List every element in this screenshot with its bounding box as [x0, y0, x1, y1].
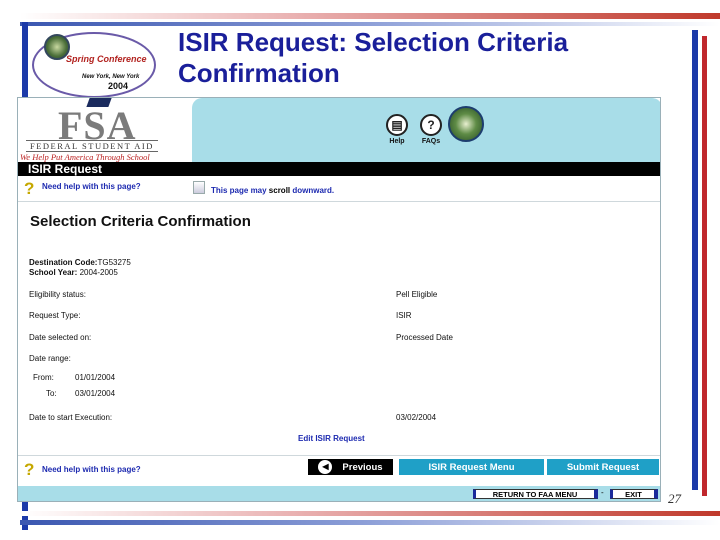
help-question-icon: ? [24, 179, 35, 198]
footer-separator: - [601, 488, 604, 497]
question-icon: ? [420, 114, 442, 136]
execution-label: Date to start Execution: [29, 413, 113, 422]
request-type-value: ISIR [396, 311, 412, 320]
date-range-label: Date range: [29, 354, 71, 363]
fsa-header: FSA FEDERAL STUDENT AID We Help Put Amer… [18, 98, 660, 162]
fsa-federal-text: FEDERAL STUDENT AID [26, 140, 158, 152]
fsa-screenshot: FSA FEDERAL STUDENT AID We Help Put Amer… [17, 97, 661, 502]
submit-request-button[interactable]: Submit Request [547, 459, 659, 475]
slide-title: ISIR Request: Selection Criteria Confirm… [178, 27, 569, 88]
fsa-logo[interactable]: FSA FEDERAL STUDENT AID We Help Put Amer… [18, 98, 190, 162]
arrow-left-icon: ◀ [318, 460, 333, 474]
fsa-tagline: We Help Put America Through School [20, 152, 150, 162]
school-year-value: 2004-2005 [79, 268, 118, 277]
scroll-note-bold: scroll [268, 186, 291, 195]
previous-button[interactable]: ◀ Previous [308, 459, 393, 475]
school-year: School Year: 2004-2005 [29, 268, 118, 277]
page-heading-bar: ISIR Request [18, 162, 660, 176]
help-tool[interactable]: ▤ Help [380, 114, 414, 145]
book-icon: ▤ [386, 114, 408, 136]
faqs-tool[interactable]: ? FAQs [414, 114, 448, 145]
exit-button[interactable]: EXIT [610, 489, 658, 499]
page-heading: ISIR Request [28, 162, 103, 176]
destination-code: Destination Code:TG53275 [29, 258, 131, 267]
to-value: 03/01/2004 [75, 389, 116, 398]
right-red-stripe [702, 36, 707, 496]
school-year-label: School Year: [29, 268, 78, 277]
previous-button-label: Previous [342, 461, 383, 473]
destination-value: TG53275 [97, 258, 131, 267]
conference-title: Spring Conference [66, 54, 147, 64]
top-red-stripe [20, 13, 720, 19]
conference-year: 2004 [108, 81, 129, 91]
education-seal-icon [448, 106, 484, 142]
top-blue-stripe [20, 22, 720, 26]
bottom-red-stripe [20, 511, 720, 516]
execution-value: 03/02/2004 [396, 413, 437, 422]
section-title: Selection Criteria Confirmation [30, 213, 251, 230]
request-type-label: Request Type: [29, 311, 81, 320]
help-question-icon-bottom: ? [24, 460, 35, 479]
from-value: 01/01/2004 [75, 373, 116, 382]
from-label: From: [33, 373, 54, 382]
return-to-faa-menu-button[interactable]: RETURN TO FAA MENU [473, 489, 598, 499]
scroll-icon [193, 181, 205, 194]
help-tool-label: Help [389, 138, 405, 145]
edit-isir-request-link[interactable]: Edit ISIR Request [298, 434, 365, 443]
scroll-note: This page may scroll downward. [211, 186, 334, 195]
help-link-bottom[interactable]: Need help with this page? [42, 465, 141, 474]
conference-city: New York, New York [82, 74, 140, 80]
destination-label: Destination Code: [29, 258, 98, 267]
eligibility-label: Eligibility status: [29, 290, 86, 299]
faqs-tool-label: FAQs [421, 138, 441, 145]
isir-request-menu-button[interactable]: ISIR Request Menu [399, 459, 544, 475]
right-blue-stripe [692, 30, 698, 490]
date-selected-value: Processed Date [396, 333, 453, 342]
page-number: 27 [668, 491, 681, 506]
header-banner: ▤ Help ? FAQs [192, 98, 660, 162]
bottom-divider [18, 455, 660, 456]
scroll-note-pre: This page may [211, 186, 269, 195]
eligibility-value: Pell Eligible [396, 290, 438, 299]
conference-logo: Spring Conference New York, New York 200… [30, 30, 160, 102]
help-link-top[interactable]: Need help with this page? [42, 182, 141, 191]
date-selected-label: Date selected on: [29, 333, 92, 342]
to-label: To: [46, 389, 57, 398]
scroll-note-post: downward. [290, 186, 335, 195]
bottom-blue-stripe [20, 520, 720, 525]
